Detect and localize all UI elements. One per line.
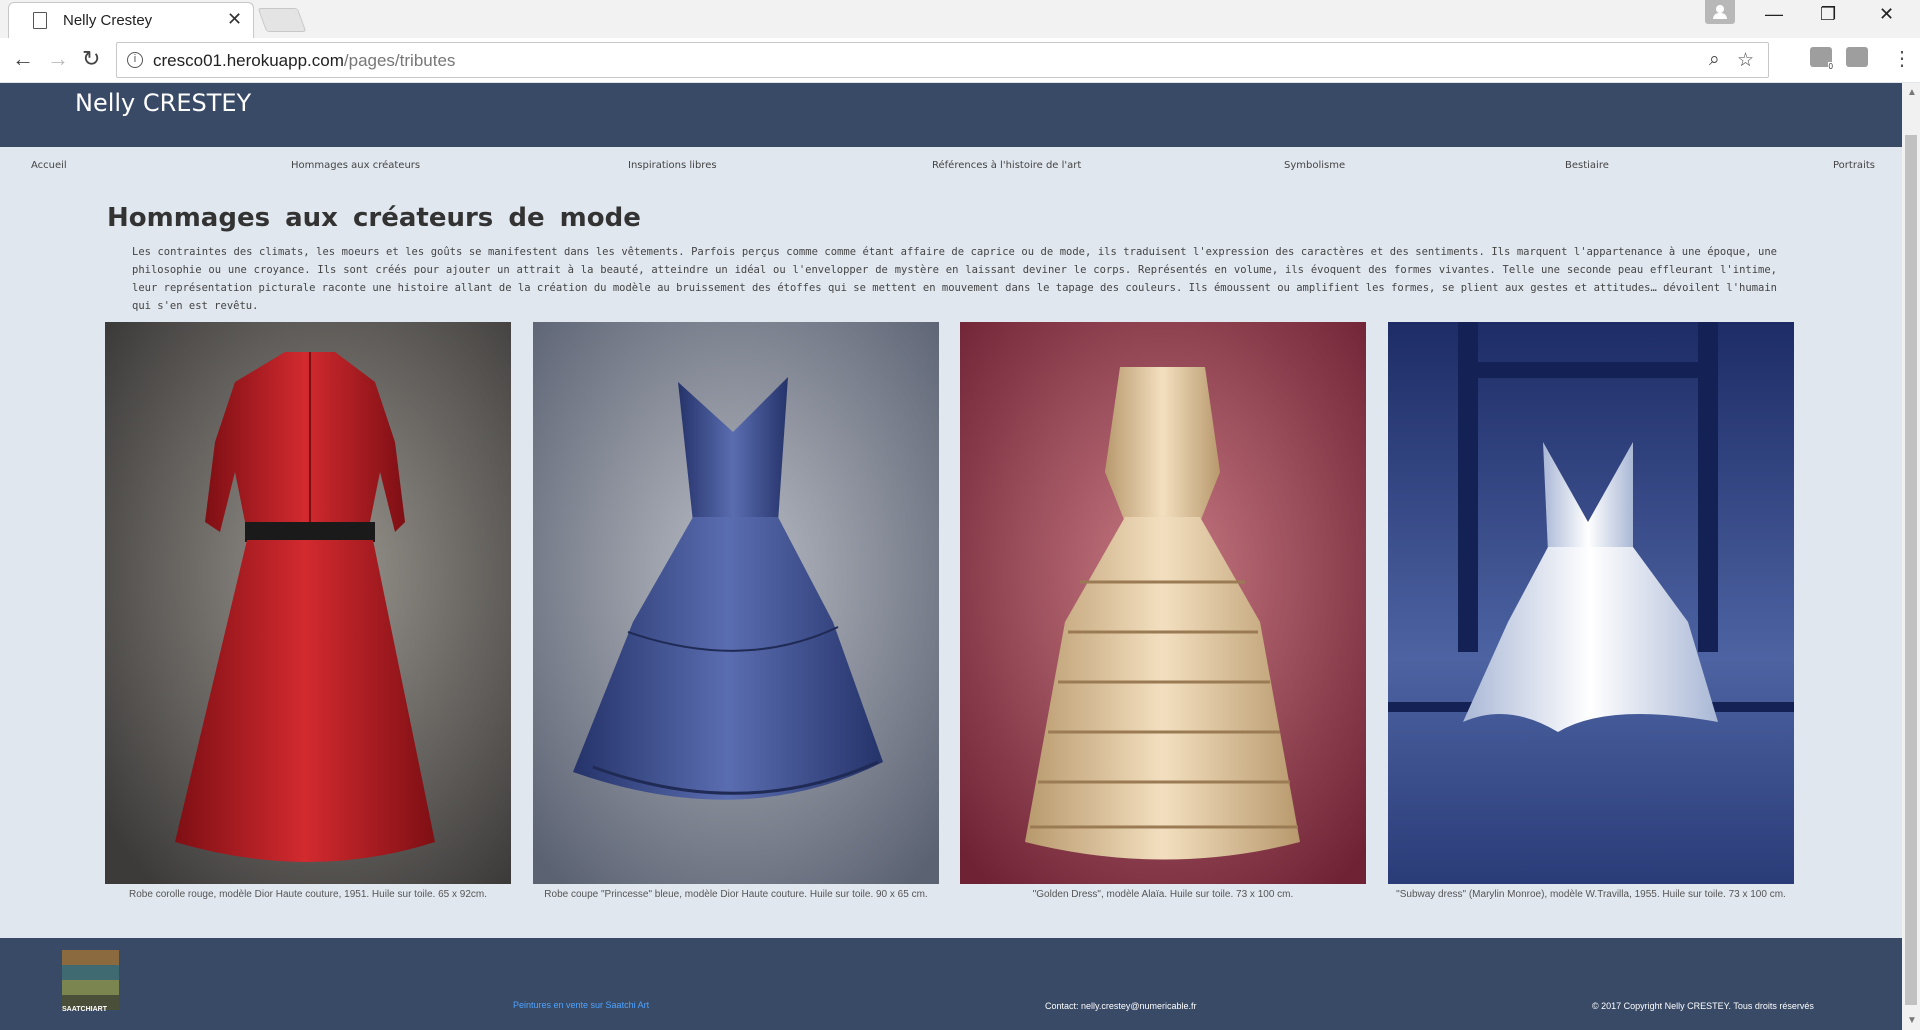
- bookmark-star-icon[interactable]: ☆: [1737, 49, 1754, 72]
- scroll-up-icon[interactable]: ▲: [1907, 87, 1917, 98]
- site-header: Nelly CRESTEY: [0, 83, 1902, 147]
- reload-icon[interactable]: ↻: [82, 46, 100, 72]
- tab-title: Nelly Crestey: [63, 12, 153, 29]
- painting-caption: "Subway dress" (Marylin Monroe), modèle …: [1396, 889, 1786, 900]
- nav-item-bestiaire[interactable]: Bestiaire: [1565, 160, 1609, 171]
- main-nav: Accueil Hommages aux créateurs Inspirati…: [0, 160, 1902, 180]
- cast-icon[interactable]: [1846, 47, 1868, 67]
- tab-close-icon[interactable]: ✕: [227, 9, 242, 30]
- profile-icon[interactable]: [1705, 0, 1735, 24]
- site-title[interactable]: Nelly CRESTEY: [75, 89, 251, 117]
- site-footer: SAATCHIART Peintures en vente sur Saatch…: [0, 938, 1902, 1030]
- nav-item-hommages[interactable]: Hommages aux créateurs: [291, 160, 420, 171]
- browser-menu-icon[interactable]: ⋮: [1892, 46, 1912, 71]
- browser-chrome: Nelly Crestey ✕ — ❐ ✕ ← → ↻ i cresco01.h…: [0, 0, 1920, 82]
- painting-blue-dress[interactable]: [533, 322, 939, 884]
- nav-item-references[interactable]: Références à l'histoire de l'art: [932, 160, 1081, 171]
- page-icon: [33, 12, 47, 29]
- saatchi-logo[interactable]: [62, 950, 119, 1010]
- gallery: Robe corolle rouge, modèle Dior Haute co…: [105, 322, 1795, 900]
- address-bar[interactable]: i cresco01.herokuapp.com/pages/tributes …: [116, 42, 1769, 78]
- nav-item-inspirations[interactable]: Inspirations libres: [628, 160, 717, 171]
- scroll-down-icon[interactable]: ▼: [1907, 1015, 1917, 1026]
- contact-email[interactable]: Contact: nelly.crestey@numericable.fr: [1045, 1001, 1197, 1011]
- url-text[interactable]: cresco01.herokuapp.com/pages/tributes: [153, 51, 455, 71]
- painting-golden-dress[interactable]: [960, 322, 1366, 884]
- painting-card[interactable]: Robe coupe "Princesse" bleue, modèle Dio…: [533, 322, 939, 900]
- close-window-icon[interactable]: ✕: [1879, 4, 1894, 25]
- painting-card[interactable]: "Subway dress" (Marylin Monroe), modèle …: [1388, 322, 1794, 900]
- browser-toolbar: ← → ↻ i cresco01.herokuapp.com/pages/tri…: [0, 38, 1920, 82]
- minimize-icon[interactable]: —: [1765, 4, 1783, 25]
- nav-item-accueil[interactable]: Accueil: [31, 160, 67, 171]
- new-tab-button[interactable]: [257, 8, 307, 32]
- page-title: Hommages aux créateurs de mode: [107, 203, 641, 233]
- saatchi-logo-label: SAATCHIART: [62, 1006, 107, 1013]
- extension-icon[interactable]: 0: [1810, 47, 1834, 71]
- info-icon[interactable]: i: [127, 52, 143, 68]
- painting-card[interactable]: Robe corolle rouge, modèle Dior Haute co…: [105, 322, 511, 900]
- nav-item-portraits[interactable]: Portraits: [1833, 160, 1875, 171]
- browser-tab[interactable]: Nelly Crestey ✕: [8, 2, 254, 38]
- nav-item-symbolisme[interactable]: Symbolisme: [1284, 160, 1345, 171]
- back-icon[interactable]: ←: [12, 46, 34, 72]
- copyright-text: © 2017 Copyright Nelly CRESTEY. Tous dro…: [1592, 1001, 1814, 1011]
- restore-icon[interactable]: ❐: [1820, 4, 1836, 25]
- saatchi-link[interactable]: Peintures en vente sur Saatchi Art: [513, 1000, 649, 1010]
- tab-strip: Nelly Crestey ✕ — ❐ ✕: [0, 0, 1920, 38]
- painting-card[interactable]: "Golden Dress", modèle Alaïa. Huile sur …: [960, 322, 1366, 900]
- painting-white-dress[interactable]: [1388, 322, 1794, 884]
- scrollbar-thumb[interactable]: [1905, 135, 1917, 1005]
- zoom-icon[interactable]: ⌕: [1709, 49, 1720, 71]
- painting-caption: "Golden Dress", modèle Alaïa. Huile sur …: [1032, 889, 1294, 900]
- forward-icon[interactable]: →: [47, 46, 69, 72]
- page-scrollbar[interactable]: ▲ ▼: [1902, 83, 1920, 1030]
- page: Nelly CRESTEY Accueil Hommages aux créat…: [0, 83, 1902, 1030]
- intro-text: Les contraintes des climats, les moeurs …: [132, 246, 1777, 312]
- painting-red-dress[interactable]: [105, 322, 511, 884]
- painting-caption: Robe corolle rouge, modèle Dior Haute co…: [129, 889, 487, 900]
- painting-caption: Robe coupe "Princesse" bleue, modèle Dio…: [544, 889, 928, 900]
